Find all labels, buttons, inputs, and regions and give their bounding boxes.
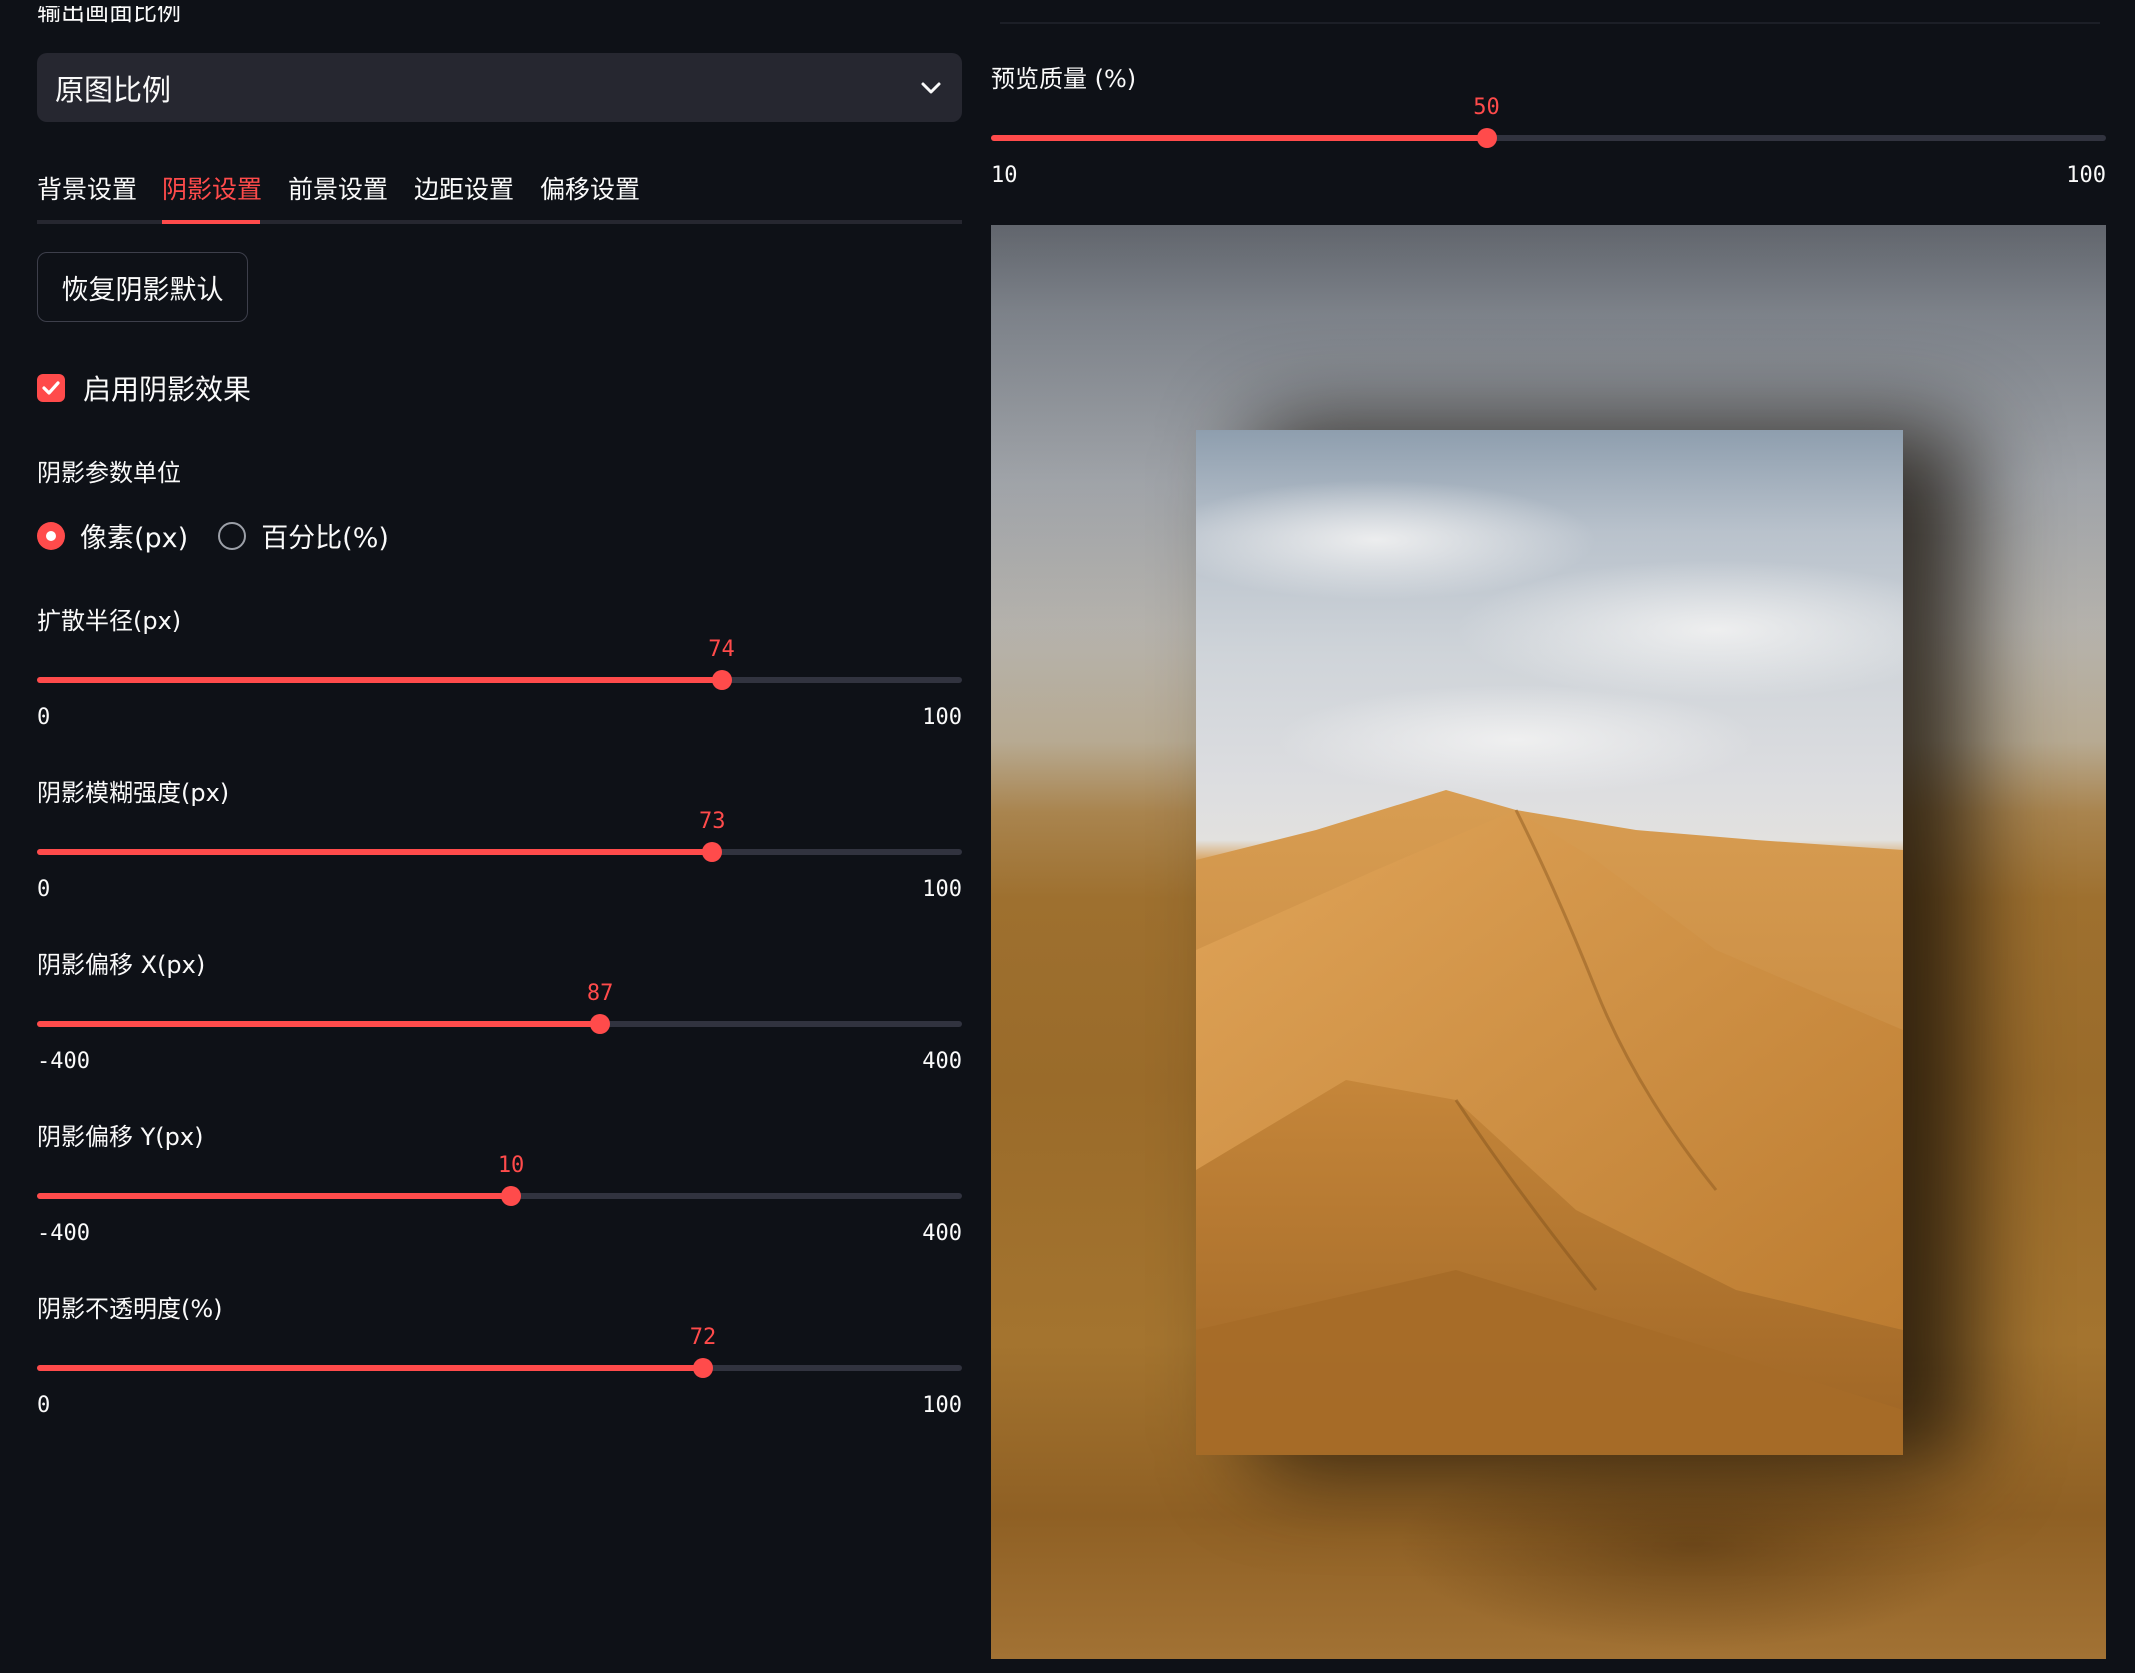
slider-min: 0 [37,877,51,902]
section-divider [1000,22,2100,24]
slider-min: 0 [37,1393,51,1418]
active-tab-indicator [162,220,260,224]
blur-strength-label: 阴影模糊强度(px) [37,779,230,807]
enable-shadow-label: 启用阴影效果 [83,373,252,406]
offset-x-label: 阴影偏移 X(px) [37,951,206,979]
offset-y-slider[interactable]: 10 -400 400 [37,1153,962,1246]
check-icon[interactable] [37,374,65,402]
slider-value: 50 [1473,95,1500,120]
aspect-ratio-label: 输出画面比例 [37,6,181,26]
slider-thumb[interactable] [711,670,732,690]
slider-thumb[interactable] [693,1358,713,1378]
unit-radio-px[interactable] [37,521,65,550]
slider-fill [991,135,1487,141]
shadow-unit-radio-group: 像素(px) 百分比(%) [37,516,419,555]
slider-max: 100 [922,877,962,902]
opacity-label: 阴影不透明度(%) [37,1295,223,1323]
settings-tabs: 背景设置 阴影设置 前景设置 边距设置 偏移设置 [37,160,962,224]
slider-max: 100 [922,1393,962,1418]
tab-foreground[interactable]: 前景设置 [288,170,388,206]
tab-shadow[interactable]: 阴影设置 [162,170,262,206]
shadow-unit-label: 阴影参数单位 [37,459,181,487]
slider-min: -400 [37,1049,90,1074]
slider-max: 400 [922,1221,962,1246]
enable-shadow-checkbox[interactable]: 启用阴影效果 [37,368,251,408]
slider-fill [37,849,713,855]
slider-value: 74 [708,637,735,662]
slider-value: 87 [586,981,614,1006]
foreground-desert-photo [1196,430,1903,1455]
image-preview [991,225,2106,1659]
slider-fill [37,1193,512,1199]
chevron-down-icon [918,75,944,101]
slider-fill [37,677,722,683]
slider-value: 73 [699,809,726,834]
slider-min: 0 [37,705,51,730]
slider-fill [37,1365,703,1371]
slider-thumb[interactable] [702,842,723,862]
slider-max: 100 [922,705,962,730]
slider-min: 10 [991,163,1018,188]
aspect-ratio-value: 原图比例 [55,72,172,107]
aspect-ratio-select[interactable]: 原图比例 [37,53,962,122]
unit-radio-percent[interactable] [218,521,247,550]
slider-thumb[interactable] [501,1186,522,1206]
reset-shadow-button[interactable]: 恢复阴影默认 [37,252,248,322]
slider-thumb[interactable] [1476,128,1497,148]
slider-value: 10 [497,1153,525,1178]
unit-label-percent: 百分比(%) [261,523,389,554]
offset-x-slider[interactable]: 87 -400 400 [37,981,962,1074]
preview-quality-label: 预览质量 (%) [991,65,1137,93]
unit-label-px: 像素(px) [80,523,189,554]
preview-quality-slider[interactable]: 50 10 100 [991,95,2106,188]
tab-margin[interactable]: 边距设置 [414,170,514,206]
blur-strength-slider[interactable]: 73 0 100 [37,809,962,902]
tab-background[interactable]: 背景设置 [37,170,137,206]
slider-value: 72 [689,1325,717,1350]
opacity-slider[interactable]: 72 0 100 [37,1325,962,1418]
slider-fill [37,1021,601,1027]
spread-radius-label: 扩散半径(px) [37,607,182,635]
offset-y-label: 阴影偏移 Y(px) [37,1123,204,1151]
slider-max: 100 [2066,163,2106,188]
slider-thumb[interactable] [590,1014,611,1034]
spread-radius-slider[interactable]: 74 0 100 [37,637,962,730]
slider-max: 400 [922,1049,962,1074]
slider-min: -400 [37,1221,90,1246]
tab-offset[interactable]: 偏移设置 [540,170,640,206]
